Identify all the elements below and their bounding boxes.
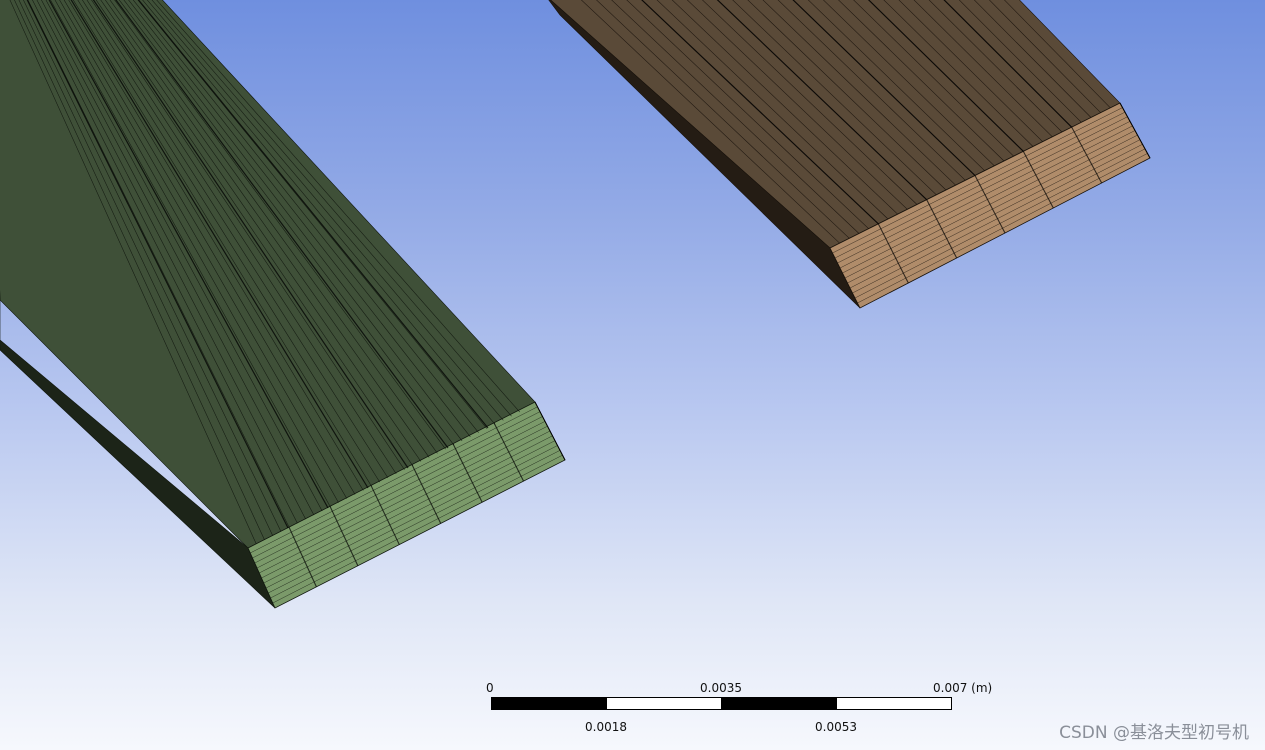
scale-segment-4 [836, 697, 952, 710]
scale-label-0-0018: 0.0018 [585, 720, 627, 734]
scale-segment-2 [606, 697, 722, 710]
scale-label-0: 0 [486, 681, 494, 695]
scale-label-0-0035: 0.0035 [700, 681, 742, 695]
graphics-viewport[interactable]: 0 0.0035 0.007 (m) 0.0018 0.0053 CSDN @基… [0, 0, 1265, 750]
scale-label-0-0053: 0.0053 [815, 720, 857, 734]
tan-body [548, 0, 1151, 309]
scale-segment-1 [491, 697, 607, 710]
mesh-scene[interactable] [0, 0, 1265, 750]
green-body [0, 0, 566, 609]
watermark: CSDN @基洛夫型初号机 [1059, 723, 1249, 743]
scale-segment-3 [721, 697, 837, 710]
scale-label-0-007: 0.007 (m) [933, 681, 993, 695]
